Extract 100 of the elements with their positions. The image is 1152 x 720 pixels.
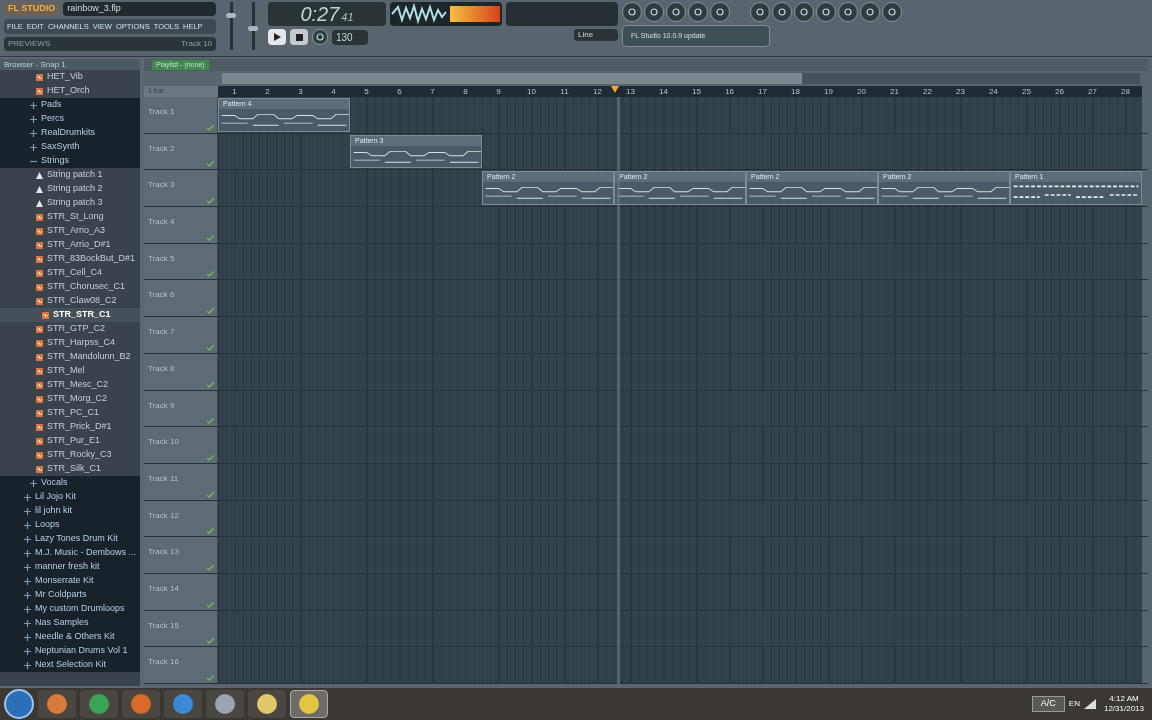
song-position-marker[interactable]: [611, 86, 620, 94]
bar-number: 22: [923, 86, 932, 97]
track-name: Track 2: [148, 143, 175, 153]
check-icon[interactable]: [207, 564, 214, 571]
wave-file-icon: [36, 381, 43, 389]
browser-item[interactable]: String patch 1: [0, 168, 140, 182]
slider-thumb[interactable]: [248, 25, 258, 31]
clock[interactable]: 4:12 AM 12/31/2013: [1099, 694, 1148, 714]
browser-item[interactable]: Percs: [0, 112, 140, 126]
keyboard-layout[interactable]: A/C: [1031, 696, 1065, 712]
browser-item[interactable]: STR_GTP_C2: [0, 322, 140, 336]
browser-item[interactable]: Nas Samples: [0, 616, 140, 630]
ring-icon: [649, 7, 659, 17]
check-icon[interactable]: [207, 675, 214, 681]
browser-item[interactable]: Needle & Others Kit: [0, 630, 140, 644]
browser-item[interactable]: Loops: [0, 518, 140, 532]
browser-item[interactable]: STR_Harpss_C4: [0, 336, 140, 350]
media-player-icon[interactable]: [38, 690, 76, 718]
time-display[interactable]: 0:2741: [268, 2, 386, 26]
check-icon[interactable]: [207, 454, 214, 461]
browser-item[interactable]: RealDrumkits: [0, 126, 140, 140]
tempo-display[interactable]: 130: [332, 29, 368, 45]
plus-icon: [24, 577, 31, 585]
bar-number: 13: [626, 86, 635, 97]
chrome-icon[interactable]: [80, 690, 118, 718]
browser-item[interactable]: Pads: [0, 98, 140, 112]
browser-item[interactable]: STR_Mandolunn_B2: [0, 350, 140, 364]
browser-item[interactable]: Lazy Tones Drum Kit: [0, 532, 140, 546]
ring-icon: [865, 7, 875, 17]
browser-item[interactable]: STR_Arrio_A3: [0, 224, 140, 238]
shield-icon[interactable]: [206, 690, 244, 718]
browser-item[interactable]: STR_St_Long: [0, 210, 140, 224]
slider-thumb[interactable]: [226, 12, 236, 18]
check-icon[interactable]: [207, 344, 214, 351]
browser-item[interactable]: SaxSynth: [0, 140, 140, 154]
browser-item[interactable]: STR_Mesc_C2: [0, 378, 140, 392]
wave-file-icon: [36, 241, 43, 249]
browser-item[interactable]: STR_Silk_C1: [0, 462, 140, 476]
check-icon[interactable]: [207, 491, 214, 498]
check-icon[interactable]: [207, 381, 214, 388]
check-icon[interactable]: [207, 418, 214, 425]
track-name: Track 1: [148, 107, 175, 116]
browser-item[interactable]: STR_Claw08_C2: [0, 294, 140, 308]
browser-item[interactable]: STR_Morg_C2: [0, 392, 140, 406]
browser-item[interactable]: Mr Coldparts: [0, 588, 140, 602]
browser-item[interactable]: STR_Chorusec_C1: [0, 280, 140, 294]
browser-item[interactable]: Next Selection Kit: [0, 658, 140, 672]
browser-item[interactable]: lil john kit: [0, 504, 140, 518]
folder-icon[interactable]: [248, 690, 286, 718]
browser-item[interactable]: Lil Jojo Kit: [0, 490, 140, 504]
check-icon[interactable]: [207, 528, 214, 535]
browser-item[interactable]: STR_Rocky_C3: [0, 448, 140, 462]
record-button[interactable]: [312, 29, 328, 45]
browser-item[interactable]: HET_Orch: [0, 84, 140, 98]
bar-number: 10: [527, 86, 536, 97]
firefox-icon[interactable]: [122, 690, 160, 718]
play-button[interactable]: [268, 29, 286, 45]
browser-item[interactable]: STR_PC_C1: [0, 406, 140, 420]
browser-item[interactable]: HET_Vib: [0, 70, 140, 84]
browser-item[interactable]: STR_Prick_D#1: [0, 420, 140, 434]
browser-item[interactable]: STR_83BockBut_D#1: [0, 252, 140, 266]
hint-text: PREVIEWS: [8, 38, 51, 50]
browser-item[interactable]: Monserrate Kit: [0, 574, 140, 588]
internet-explorer-icon[interactable]: [164, 690, 202, 718]
network-icon[interactable]: [1083, 699, 1096, 709]
check-icon[interactable]: [207, 234, 214, 241]
check-icon[interactable]: [207, 161, 214, 168]
browser-item[interactable]: STR_Pur_E1: [0, 434, 140, 448]
horizontal-scrollbar[interactable]: [222, 73, 1140, 84]
volume-slider[interactable]: [226, 2, 236, 50]
snap-dropdown[interactable]: Line: [574, 29, 618, 41]
browser-item[interactable]: String patch 2: [0, 182, 140, 196]
browser-item[interactable]: M.J. Music - Dembows ...: [0, 546, 140, 560]
wave-file-icon: [36, 213, 43, 221]
browser-item[interactable]: Vocals: [0, 476, 140, 490]
plus-icon: [24, 507, 31, 515]
timeline-ruler[interactable]: 1 2 3 4 5 6 7 8 9 10 11 12 13 14 15 16 17 18 19 20 21 22 23 24 25 26 27 28: [218, 86, 1142, 97]
browser-item[interactable]: manner fresh kit: [0, 560, 140, 574]
language-indicator[interactable]: EN: [1068, 698, 1080, 710]
check-icon[interactable]: [207, 638, 214, 645]
browser-item[interactable]: Strings: [0, 154, 140, 168]
fl-studio-icon[interactable]: [290, 690, 328, 718]
check-icon[interactable]: [207, 124, 214, 131]
browser-item[interactable]: My custom Drumloops: [0, 602, 140, 616]
wave-file-icon: [36, 367, 43, 375]
stop-button[interactable]: [290, 29, 308, 45]
browser-item[interactable]: STR_Arrio_D#1: [0, 238, 140, 252]
check-icon[interactable]: [207, 308, 214, 315]
check-icon[interactable]: [207, 271, 214, 278]
check-icon[interactable]: [207, 601, 214, 608]
browser-item[interactable]: STR_Mel: [0, 364, 140, 378]
plus-icon: [30, 129, 37, 137]
pitch-slider[interactable]: [248, 2, 258, 50]
start-button[interactable]: [4, 689, 34, 719]
check-icon[interactable]: [207, 198, 214, 205]
browser-item[interactable]: STR_Cell_C4: [0, 266, 140, 280]
browser-item[interactable]: String patch 3: [0, 196, 140, 210]
browser-item[interactable]: STR_STR_C1: [0, 308, 140, 322]
browser-item[interactable]: Neptunian Drums Vol 1: [0, 644, 140, 658]
bar-number: 11: [560, 86, 569, 97]
